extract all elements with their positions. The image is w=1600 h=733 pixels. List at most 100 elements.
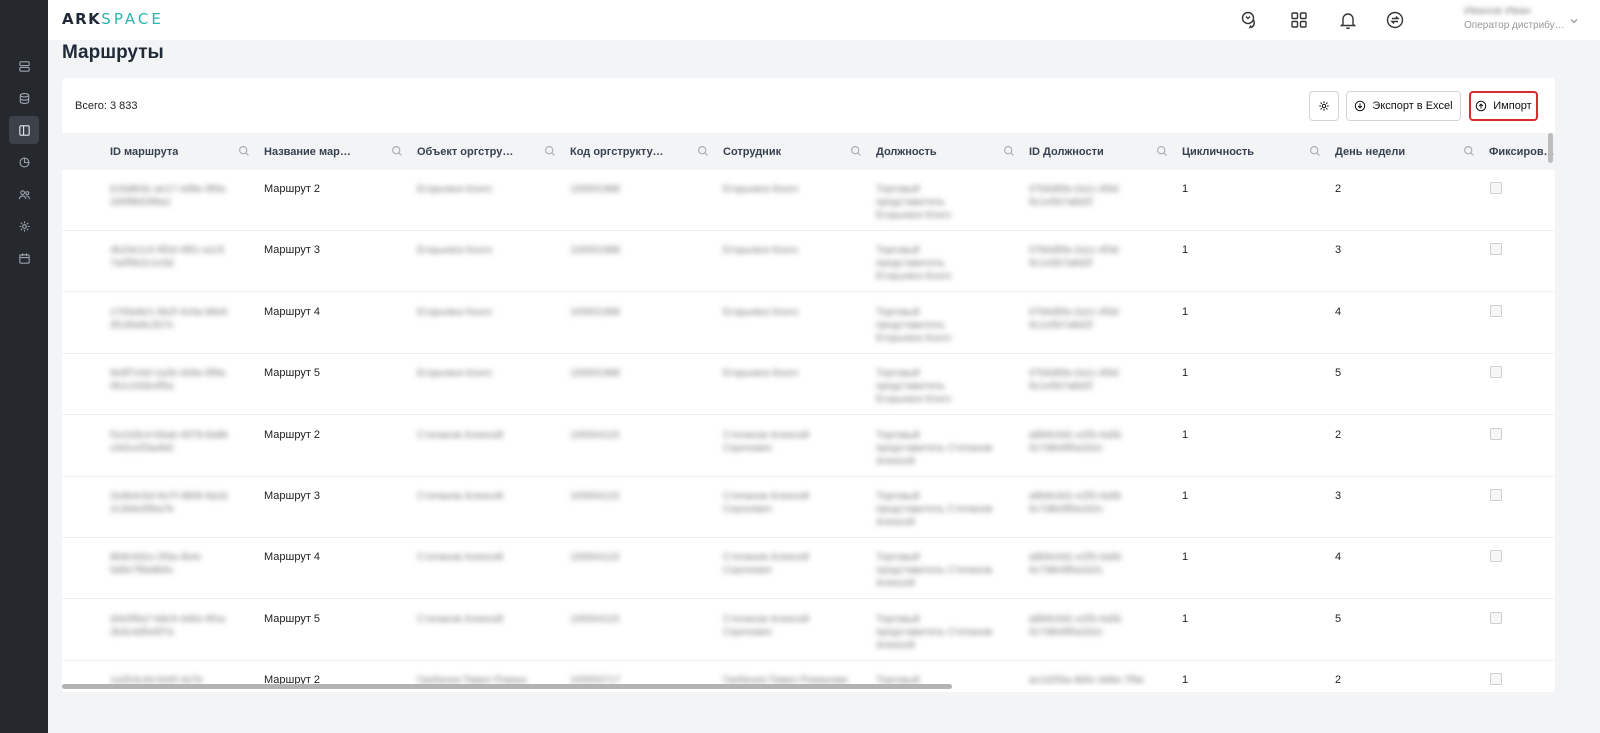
cell-route-id-line: 4b23e1c0-9f2d-4f81-a1c5 [110,245,225,256]
column-header[interactable]: Фиксирован [1489,133,1555,170]
cell-route-id-line: 5d6e7f8a9b0c [110,565,174,576]
calendar-icon[interactable] [9,244,39,272]
table-row[interactable]: 9e8f7c6d-1a2b-4d3e-8f9a 0b1c2d3e4f5a Маршр… [62,354,1555,415]
sync-icon[interactable] [1385,10,1405,30]
cell-cyclicity: 1 [1182,306,1189,318]
column-header[interactable]: Название маршр… [264,133,417,170]
cell-employee: Степанов Алексей Сергеевич [723,490,848,516]
table-row[interactable]: 8b9c0d1e-2f3a-4b4c 5d6e7f8a9b0c Маршрут 4 С… [62,538,1555,599]
cell-position-line: Егорьевск Конго [876,271,952,282]
column-header-label: Объект оргструкт… [417,145,515,158]
fixed-checkbox[interactable] [1490,366,1502,378]
column-header[interactable]: День недели [1335,133,1489,170]
chat-icon[interactable] [1240,10,1260,30]
cell-route-id: f1e2d3c4-b5a6-4978-8a9b c0d1e2f3a4b5 [110,429,240,455]
cell-position-id: 07b6d5fa-2a1c-4f3d 9c1e5b7a8d2f [1029,183,1159,209]
cell-weekday: 5 [1335,613,1342,625]
cell-org-object-line: Егорьевск Конго [417,368,493,379]
search-icon[interactable] [1156,145,1168,157]
chevron-down-icon[interactable] [1568,14,1580,26]
cell-position-line: представитель [876,320,945,331]
database-icon[interactable] [9,84,39,112]
cell-employee: Егорьевск Конго [723,306,848,319]
table-row[interactable]: 1a2b3c4d-5e6f-4a7b Маршрут 2 Грибачев Паве… [62,661,1555,686]
cell-position-id-line: 6c7d8e9f0a1b2c [1029,627,1103,638]
column-header[interactable]: ID Должности [1029,133,1182,170]
table-row[interactable]: 2a3b4c5d-6e7f-4809-9a1b 2c3d4e5f6a7b Маршр… [62,477,1555,538]
search-icon[interactable] [1003,145,1015,157]
logo-light-text: SPACE [101,10,164,28]
horizontal-scrollbar[interactable] [62,684,952,689]
table-row[interactable]: b1fa8b3c-ae17-4d9e-9f0a 2d0f8b53f6a1 Маршр… [62,170,1555,231]
cell-route-id-line: 2b3c4d5e6f7a [110,627,174,638]
search-icon[interactable] [544,145,556,157]
cell-employee: Егорьевск Конго [723,244,848,257]
table-settings-button[interactable] [1309,91,1339,121]
cell-route-id-line: 2d0f8b53f6a1 [110,197,172,208]
column-header[interactable]: Объект оргструкт… [417,133,570,170]
table-row[interactable]: f1e2d3c4-b5a6-4978-8a9b c0d1e2f3a4b5 Маршр… [62,416,1555,477]
vertical-scrollbar[interactable] [1548,133,1553,163]
table-row[interactable]: d4e5f6a7-b8c9-4d0e-9f1a 2b3c4d5e6f7a Маршр… [62,600,1555,661]
cell-position-line: Торговый [876,184,920,195]
cell-route-name: Маршрут 2 [264,429,321,441]
fixed-checkbox[interactable] [1490,550,1502,562]
fixed-checkbox[interactable] [1490,673,1502,685]
cell-position-id: a8b9c0d1-e2f3-4a5b 6c7d8e9f0a1b2c [1029,490,1159,516]
cell-route-id: c7d3a9e1-5b2f-4c0a-b8e6 3f1d0a9c2b7e [110,306,240,332]
cell-weekday: 5 [1335,367,1342,379]
users-icon[interactable] [9,180,39,208]
cell-position-id: a8b9c0d1-e2f3-4a5b 6c7d8e9f0a1b2c [1029,613,1159,639]
fixed-checkbox[interactable] [1490,243,1502,255]
cell-org-object-line: Степанов Алексей [417,552,504,563]
column-header[interactable]: Цикличность [1182,133,1335,170]
fixed-checkbox[interactable] [1490,428,1502,440]
fixed-checkbox[interactable] [1490,305,1502,317]
pie-chart-icon[interactable] [9,148,39,176]
column-header[interactable]: ID маршрута [110,133,264,170]
column-header[interactable]: Сотрудник [723,133,876,170]
export-excel-button[interactable]: Экспорт в Excel [1346,91,1461,121]
fixed-checkbox[interactable] [1490,612,1502,624]
cell-position-id-line: 07b6d5fa-2a1c-4f3d [1029,368,1119,379]
cell-weekday: 4 [1335,306,1342,318]
search-icon[interactable] [1463,145,1475,157]
cell-employee-line: Степанов Алексей [723,614,810,625]
cell-position-id: 07b6d5fa-2a1c-4f3d 9c1e5b7a8d2f [1029,244,1159,270]
apps-grid-icon[interactable] [1289,10,1309,30]
cell-org-object-line: Егорьевск Конго [417,307,493,318]
column-header[interactable]: Код оргструктур… [570,133,723,170]
cell-cyclicity: 1 [1182,244,1189,256]
cell-route-name: Маршрут 4 [264,306,321,318]
cell-route-name: Маршрут 3 [264,244,321,256]
search-icon[interactable] [850,145,862,157]
fixed-checkbox[interactable] [1490,489,1502,501]
search-icon[interactable] [1309,145,1321,157]
gear-icon[interactable] [9,212,39,240]
cell-position-id: a8b9c0d1-e2f3-4a5b 6c7d8e9f0a1b2c [1029,551,1159,577]
server-list-icon[interactable] [9,52,39,80]
app-logo[interactable]: ARKSPACE [62,10,164,28]
fixed-checkbox[interactable] [1490,182,1502,194]
cell-position-id: 07b6d5fa-2a1c-4f3d 9c1e5b7a8d2f [1029,306,1159,332]
user-profile[interactable]: Иванов Иван Оператор дистрибу… [1464,5,1565,31]
import-button[interactable]: Импорт [1469,91,1538,121]
cell-route-id-line: c0d1e2f3a4b5 [110,443,174,454]
search-icon[interactable] [391,145,403,157]
table-row[interactable]: 4b23e1c0-9f2d-4f81-a1c5 7a0f5b2c1e3d Маршр… [62,231,1555,292]
cell-position: Торговый представитель Егорьевск Конго [876,244,1006,283]
cell-cyclicity: 1 [1182,674,1189,686]
upload-icon [1475,100,1487,112]
column-header[interactable]: Должность [876,133,1029,170]
cell-position: Торговый представитель Егорьевск Конго [876,306,1006,345]
table-row[interactable]: c7d3a9e1-5b2f-4c0a-b8e6 3f1d0a9c2b7e Маршр… [62,293,1555,354]
cell-org-code: 100001988 [570,306,680,319]
cell-position-line: Алексей [876,456,915,467]
bell-icon[interactable] [1338,10,1358,30]
cell-position-id: a8b9c0d1-e2f3-4a5b 6c7d8e9f0a1b2c [1029,429,1159,455]
cell-route-id: 8b9c0d1e-2f3a-4b4c 5d6e7f8a9b0c [110,551,240,577]
cell-position: Торговый представитель Егорьевск Конго [876,183,1006,222]
search-icon[interactable] [697,145,709,157]
search-icon[interactable] [238,145,250,157]
layout-panel-icon[interactable] [9,116,39,144]
